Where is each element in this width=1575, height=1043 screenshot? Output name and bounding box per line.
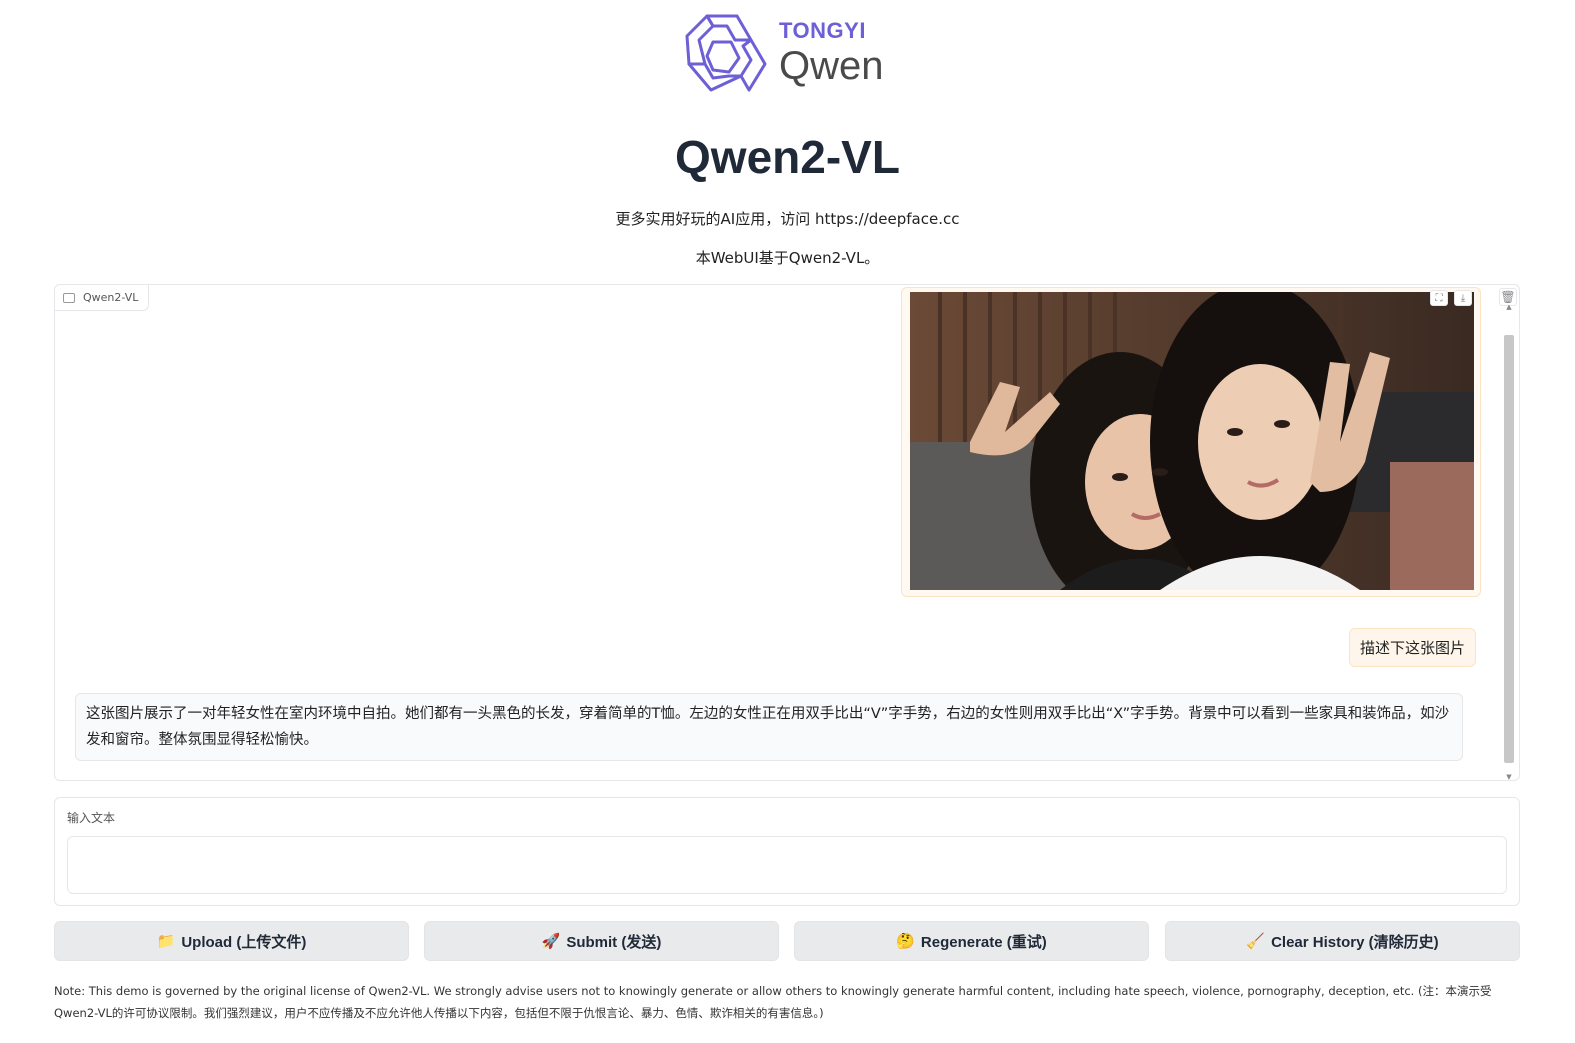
chatbot-panel: Qwen2-VL 🗑 ⛶ ⤓ 描述下这张图片 这张图片展示了一对年轻女性在室内环… [54,284,1520,781]
folder-icon: 📁 [156,933,176,950]
uploaded-photo [910,292,1474,590]
subtitle-info-line: 本WebUI基于Qwen2-VL。 [695,249,880,267]
user-text-message: 描述下这张图片 [1349,628,1477,667]
page-title: Qwen2-VL [675,131,900,183]
rocket-icon: 🚀 [541,933,561,950]
license-note: Note: This demo is governed by the origi… [54,984,1492,1020]
text-input-panel: 输入文本 [54,797,1520,906]
chat-bubble-icon [63,292,75,303]
chatbot-label-text: Qwen2-VL [83,291,139,304]
chat-scrollbar[interactable]: ▲ ▼ [1502,303,1516,781]
tongyi-qwen-logo: TONGYI Qwen [685,10,895,96]
user-image-message: ⛶ ⤓ [901,287,1481,597]
fullscreen-icon[interactable]: ⛶ [1430,290,1448,306]
clear-history-button-label: Clear History (清除历史) [1271,933,1439,951]
chatbot-label: Qwen2-VL [55,285,150,311]
regenerate-button-label: Regenerate (重试) [920,933,1047,951]
qwen-logo-icon [685,14,767,92]
submit-button[interactable]: 🚀 Submit (发送) [424,921,779,961]
scroll-up-icon[interactable]: ▲ [1505,303,1513,311]
message-input[interactable] [67,836,1507,894]
input-label: 输入文本 [67,811,116,825]
regenerate-button[interactable]: 🤔 Regenerate (重试) [794,921,1149,961]
thinking-face-icon: 🤔 [896,933,915,950]
scroll-down-icon[interactable]: ▼ [1505,773,1513,781]
image-toolbar: ⛶ ⤓ [1430,290,1472,306]
clear-history-button[interactable]: 🧹 Clear History (清除历史) [1165,921,1520,961]
brand-name-qwen: Qwen [779,44,884,88]
upload-button[interactable]: 📁 Upload (上传文件) [54,921,409,961]
submit-button-label: Submit (发送) [566,933,662,951]
subtitle-link-line: 更多实用好玩的AI应用，访问 https://deepface.cc [615,210,960,228]
scroll-thumb[interactable] [1504,335,1514,763]
brand-name-tongyi: TONGYI [779,18,866,43]
download-icon[interactable]: ⤓ [1454,290,1472,306]
upload-button-label: Upload (上传文件) [181,933,307,951]
broom-icon: 🧹 [1246,933,1266,950]
selfie-image [910,292,1474,590]
bot-response-message: 这张图片展示了一对年轻女性在室内环境中自拍。她们都有一头黑色的长发，穿着简单的T… [75,693,1463,761]
